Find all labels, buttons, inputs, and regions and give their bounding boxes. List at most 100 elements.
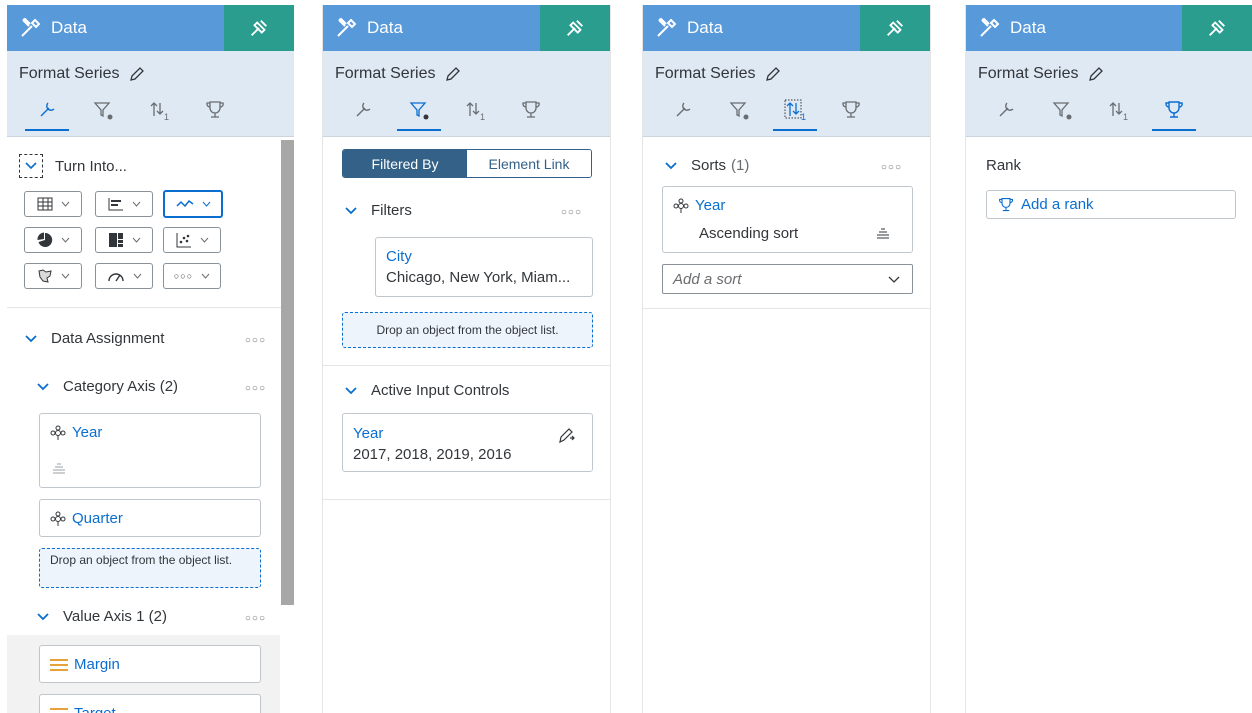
segment-filtered-by[interactable]: Filtered By <box>343 150 467 177</box>
more-icon[interactable]: ○○○ <box>881 162 902 173</box>
sort-card-year[interactable]: Year Ascending sort <box>662 186 913 253</box>
turn-into-label: Turn Into... <box>55 157 127 175</box>
data-assignment-header[interactable]: Data Assignment ○○○ <box>25 323 280 353</box>
scrollbar[interactable] <box>281 140 294 605</box>
pencil-icon[interactable] <box>129 66 145 82</box>
input-control-card-year[interactable]: Year 2017, 2018, 2019, 2016 <box>342 413 593 472</box>
filter-icon <box>93 102 113 120</box>
divider <box>323 499 610 500</box>
tab-rank[interactable] <box>1146 97 1202 131</box>
panel-subheader: Format Series 1 <box>323 51 610 137</box>
tab-sort[interactable]: 1 <box>447 97 503 131</box>
tab-rank[interactable] <box>187 97 243 131</box>
panel-subheader: Format Series 1 <box>643 51 930 137</box>
designer-button[interactable] <box>540 5 610 51</box>
tab-sort[interactable]: 1 <box>1090 97 1146 131</box>
filter-card-city[interactable]: City Chicago, New York, Miam... <box>375 237 593 297</box>
input-control-values: 2017, 2018, 2019, 2016 <box>353 446 512 463</box>
tab-filter[interactable] <box>711 97 767 131</box>
more-icon[interactable]: ○○○ <box>245 335 266 346</box>
panel-title: Data <box>367 18 403 37</box>
trophy-icon <box>842 101 860 118</box>
chart-type-gauge[interactable] <box>95 263 153 289</box>
tab-builder[interactable] <box>978 97 1034 131</box>
more-icon[interactable]: ○○○ <box>245 383 266 394</box>
tab-rank[interactable] <box>823 97 879 131</box>
format-series-title: Format Series <box>978 65 1079 82</box>
tab-filter[interactable] <box>391 97 447 131</box>
input-controls-label: Active Input Controls <box>371 381 510 399</box>
chevron-down-icon <box>25 162 37 170</box>
tab-builder[interactable] <box>335 97 391 131</box>
tools-icon <box>980 17 1000 37</box>
table-icon <box>37 197 52 211</box>
chart-type-pie[interactable] <box>24 227 82 253</box>
treemap-icon <box>108 233 123 247</box>
more-icon[interactable]: ○○○ <box>561 207 582 218</box>
sort-icon: 1 <box>1109 102 1128 121</box>
category-axis-header[interactable]: Category Axis (2) ○○○ <box>37 371 280 401</box>
sort-dimension-label: Year <box>695 197 726 214</box>
measure-card-margin[interactable]: Margin <box>39 645 261 683</box>
sort-icon: 1 <box>784 99 806 121</box>
input-controls-header[interactable]: Active Input Controls <box>345 375 596 405</box>
measure-icon <box>50 707 68 713</box>
geo-icon <box>37 269 52 283</box>
panel-filters: Data Format Series 1 Filtered By Element… <box>322 5 611 713</box>
tab-filter[interactable] <box>1034 97 1090 131</box>
divider <box>7 307 294 308</box>
measure-card-target[interactable]: Target <box>39 694 261 713</box>
sorts-header[interactable]: Sorts (1) ○○○ <box>665 150 916 180</box>
tab-builder[interactable] <box>19 97 75 131</box>
panel-sorts: Data Format Series 1 Sorts (1) ○○○ Year … <box>642 5 931 713</box>
dimension-card-year[interactable]: Year <box>39 413 261 488</box>
panel-header: Data <box>7 5 294 51</box>
trophy-icon <box>522 101 540 118</box>
sorts-label: Sorts <box>691 156 727 174</box>
segment-element-link[interactable]: Element Link <box>467 150 591 177</box>
filters-label: Filters <box>371 201 412 219</box>
trophy-icon <box>999 197 1014 211</box>
chart-type-bar[interactable] <box>95 191 153 217</box>
format-series-title: Format Series <box>19 65 120 82</box>
chart-type-scatter[interactable] <box>163 227 221 253</box>
more-icon[interactable]: ○○○ <box>245 613 266 624</box>
tab-rank[interactable] <box>503 97 559 131</box>
designer-button[interactable] <box>1182 5 1252 51</box>
scatter-icon <box>176 233 191 248</box>
turn-into-row[interactable]: Turn Into... <box>19 151 127 181</box>
tab-filter[interactable] <box>75 97 131 131</box>
filter-icon <box>1052 102 1072 120</box>
chart-type-treemap[interactable] <box>95 227 153 253</box>
turn-into-toggle[interactable] <box>19 154 43 178</box>
pencil-icon[interactable] <box>765 66 781 82</box>
chart-type-line[interactable] <box>163 190 223 218</box>
designer-button[interactable] <box>860 5 930 51</box>
panel-title: Data <box>51 18 87 37</box>
chart-type-geo[interactable] <box>24 263 82 289</box>
drop-zone[interactable]: Drop an object from the object list. <box>39 548 261 588</box>
edit-icon[interactable] <box>558 426 576 444</box>
svg-text:1: 1 <box>480 112 485 121</box>
pencil-icon[interactable] <box>445 66 461 82</box>
drop-zone[interactable]: Drop an object from the object list. <box>342 312 593 348</box>
wrench-icon <box>40 102 55 117</box>
filter-icon <box>409 102 429 120</box>
tab-sort[interactable]: 1 <box>767 97 823 131</box>
bar-icon <box>108 198 123 211</box>
designer-button[interactable] <box>224 5 294 51</box>
panel-title: Data <box>687 18 723 37</box>
value-axis-header[interactable]: Value Axis 1 (2) ○○○ <box>37 601 280 631</box>
panel-builder: Data Format Series 1 Turn Into... ○○○ Da… <box>7 5 294 713</box>
chevron-down-icon <box>665 162 677 170</box>
pencil-icon[interactable] <box>1088 66 1104 82</box>
dimension-card-quarter[interactable]: Quarter <box>39 499 261 537</box>
sort-order-icon[interactable] <box>876 227 890 239</box>
chart-type-table[interactable] <box>24 191 82 217</box>
add-rank-button[interactable]: Add a rank <box>986 190 1236 219</box>
chart-type-more[interactable]: ○○○ <box>163 263 221 289</box>
add-sort-select[interactable]: Add a sort <box>662 264 913 294</box>
tab-sort[interactable]: 1 <box>131 97 187 131</box>
filters-header[interactable]: Filters ○○○ <box>345 195 596 225</box>
tab-builder[interactable] <box>655 97 711 131</box>
